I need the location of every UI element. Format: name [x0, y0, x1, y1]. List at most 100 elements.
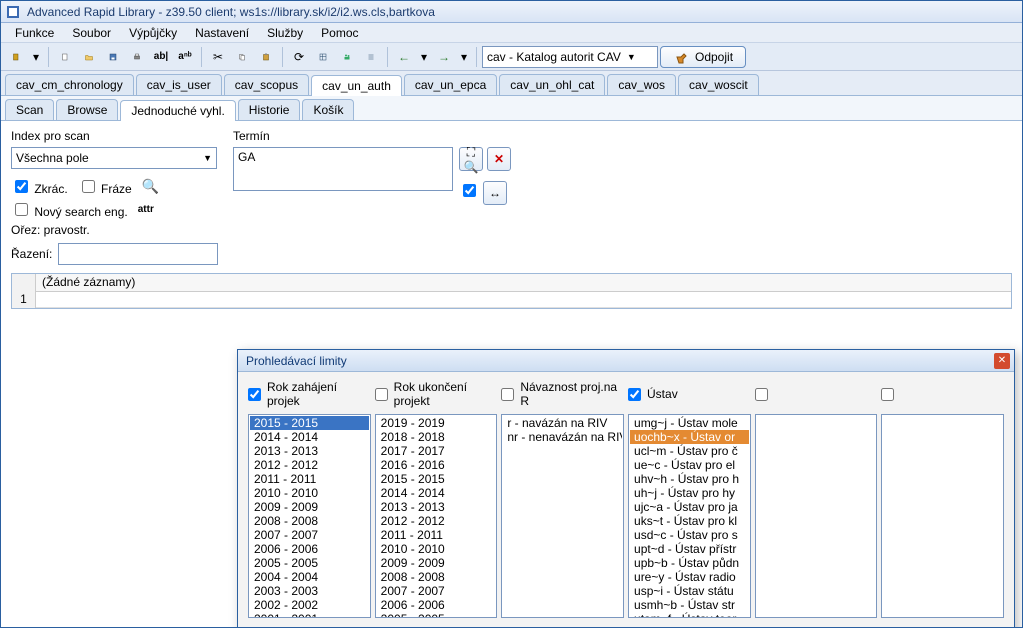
- list-item[interactable]: 2014 - 2014: [377, 486, 496, 500]
- new-doc-icon[interactable]: [54, 46, 76, 68]
- list-item[interactable]: 2010 - 2010: [377, 542, 496, 556]
- list-item[interactable]: 2004 - 2004: [250, 570, 369, 584]
- empty-list-5[interactable]: [755, 414, 878, 618]
- cut-icon[interactable]: ✂: [207, 46, 229, 68]
- list-item[interactable]: 2011 - 2011: [377, 528, 496, 542]
- close-icon[interactable]: ✕: [994, 353, 1010, 369]
- limit-col6[interactable]: [881, 380, 1004, 408]
- zkra-checkbox[interactable]: Zkrác.: [11, 177, 68, 196]
- catalog-combo[interactable]: cav - Katalog autorit CAV ▼: [482, 46, 658, 68]
- tab-cav-wos[interactable]: cav_wos: [607, 74, 676, 95]
- list-item[interactable]: upb~b - Ústav půdn: [630, 556, 749, 570]
- list-item[interactable]: ucl~m - Ústav pro č: [630, 444, 749, 458]
- subtab-browse[interactable]: Browse: [56, 99, 118, 120]
- list-item[interactable]: 2010 - 2010: [250, 486, 369, 500]
- list-item[interactable]: r - navázán na RIV: [503, 416, 622, 430]
- menu-vypujcky[interactable]: Výpůjčky: [121, 24, 185, 42]
- people-icon[interactable]: [336, 46, 358, 68]
- term-input[interactable]: [233, 147, 453, 191]
- print-icon[interactable]: [126, 46, 148, 68]
- riv-link-list[interactable]: r - navázán na RIVnr - nenavázán na RIV: [501, 414, 624, 618]
- list-item[interactable]: 2002 - 2002: [250, 598, 369, 612]
- start-year-list[interactable]: 2015 - 20152014 - 20142013 - 20132012 - …: [248, 414, 371, 618]
- refresh-icon[interactable]: ⟳: [288, 46, 310, 68]
- list-item[interactable]: 2008 - 2008: [250, 514, 369, 528]
- list-item[interactable]: usp~i - Ústav státu: [630, 584, 749, 598]
- subtab-history[interactable]: Historie: [238, 99, 301, 120]
- list-item[interactable]: 2014 - 2014: [250, 430, 369, 444]
- tab-cav-un-ohl-cat[interactable]: cav_un_ohl_cat: [499, 74, 605, 95]
- copy-icon[interactable]: [231, 46, 253, 68]
- font-ab2-icon[interactable]: aⁿᵇ: [174, 46, 196, 68]
- tab-cav-woscit[interactable]: cav_woscit: [678, 74, 759, 95]
- list-item[interactable]: umg~j - Ústav mole: [630, 416, 749, 430]
- list-item[interactable]: upt~d - Ústav přístr: [630, 542, 749, 556]
- menu-funkce[interactable]: Funkce: [7, 24, 62, 42]
- menu-sluzby[interactable]: Služby: [259, 24, 311, 42]
- list-item[interactable]: ujc~a - Ústav pro ja: [630, 500, 749, 514]
- magnifier-icon[interactable]: 🔍: [142, 178, 159, 195]
- list-item[interactable]: 2008 - 2008: [377, 570, 496, 584]
- nav-forward-icon[interactable]: →: [433, 46, 455, 68]
- attr-icon[interactable]: attr: [138, 204, 154, 215]
- index-combo[interactable]: Všechna pole ▼: [11, 147, 217, 169]
- institute-list[interactable]: umg~j - Ústav moleuochb~x - Ústav orucl~…: [628, 414, 751, 618]
- list-item[interactable]: ue~c - Ústav pro el: [630, 458, 749, 472]
- subtab-basket[interactable]: Košík: [302, 99, 354, 120]
- list-item[interactable]: ure~y - Ústav radio: [630, 570, 749, 584]
- list-item[interactable]: 2005 - 2005: [377, 612, 496, 618]
- limit-start-year[interactable]: Rok zahájení projek: [248, 380, 371, 408]
- list-item[interactable]: 2012 - 2012: [250, 458, 369, 472]
- tab-cav-scopus[interactable]: cav_scopus: [224, 74, 309, 95]
- nav-back-more-icon[interactable]: ▾: [417, 46, 431, 68]
- list-item[interactable]: nr - nenavázán na RIV: [503, 430, 622, 444]
- nav-forward-more-icon[interactable]: ▾: [457, 46, 471, 68]
- list-item[interactable]: 2005 - 2005: [250, 556, 369, 570]
- list-item[interactable]: 2017 - 2017: [377, 444, 496, 458]
- list-item[interactable]: uochb~x - Ústav or: [630, 430, 749, 444]
- list-item[interactable]: uhv~h - Ústav pro h: [630, 472, 749, 486]
- list-item[interactable]: 2013 - 2013: [250, 444, 369, 458]
- font-ab-icon[interactable]: ab|: [150, 46, 172, 68]
- search-dialog-button[interactable]: ⛶🔍: [459, 147, 483, 171]
- list-item[interactable]: usmh~b - Ústav str: [630, 598, 749, 612]
- list-item[interactable]: uh~j - Ústav pro hy: [630, 486, 749, 500]
- tab-cav-cm-chronology[interactable]: cav_cm_chronology: [5, 74, 134, 95]
- list-item[interactable]: 2015 - 2015: [250, 416, 369, 430]
- limit-end-year[interactable]: Rok ukončení projekt: [375, 380, 498, 408]
- tab-cav-un-epca[interactable]: cav_un_epca: [404, 74, 497, 95]
- sort-combo[interactable]: [58, 243, 218, 265]
- list-item[interactable]: 2018 - 2018: [377, 430, 496, 444]
- paste-icon[interactable]: [255, 46, 277, 68]
- tab-cav-is-user[interactable]: cav_is_user: [136, 74, 222, 95]
- limit-institute[interactable]: Ústav: [628, 380, 751, 408]
- empty-list-6[interactable]: [881, 414, 1004, 618]
- list-icon[interactable]: [360, 46, 382, 68]
- list-item[interactable]: usd~c - Ústav pro s: [630, 528, 749, 542]
- subtab-scan[interactable]: Scan: [5, 99, 54, 120]
- list-item[interactable]: 2011 - 2011: [250, 472, 369, 486]
- menu-nastaveni[interactable]: Nastavení: [187, 24, 257, 42]
- end-year-list[interactable]: 2019 - 20192018 - 20182017 - 20172016 - …: [375, 414, 498, 618]
- list-item[interactable]: 2007 - 2007: [377, 584, 496, 598]
- menu-soubor[interactable]: Soubor: [64, 24, 119, 42]
- fraze-checkbox[interactable]: Fráze: [78, 177, 132, 196]
- list-item[interactable]: 2009 - 2009: [377, 556, 496, 570]
- list-item[interactable]: uks~t - Ústav pro kl: [630, 514, 749, 528]
- nav-back-icon[interactable]: ←: [393, 46, 415, 68]
- list-item[interactable]: 2007 - 2007: [250, 528, 369, 542]
- list-item[interactable]: 2009 - 2009: [250, 500, 369, 514]
- limit-col5[interactable]: [755, 380, 878, 408]
- list-item[interactable]: 2006 - 2006: [377, 598, 496, 612]
- expand-button[interactable]: ↔: [483, 181, 507, 205]
- save-icon[interactable]: [102, 46, 124, 68]
- toolbar-book-icon[interactable]: [5, 46, 27, 68]
- grid-icon[interactable]: [312, 46, 334, 68]
- opt-checkbox[interactable]: [459, 181, 479, 205]
- limit-riv-link[interactable]: Návaznost proj.na R: [501, 380, 624, 408]
- list-item[interactable]: 2016 - 2016: [377, 458, 496, 472]
- list-item[interactable]: 2015 - 2015: [377, 472, 496, 486]
- new-search-engine-checkbox[interactable]: Nový search eng.: [11, 200, 128, 219]
- list-item[interactable]: 2019 - 2019: [377, 416, 496, 430]
- disconnect-button[interactable]: Odpojit: [660, 46, 746, 68]
